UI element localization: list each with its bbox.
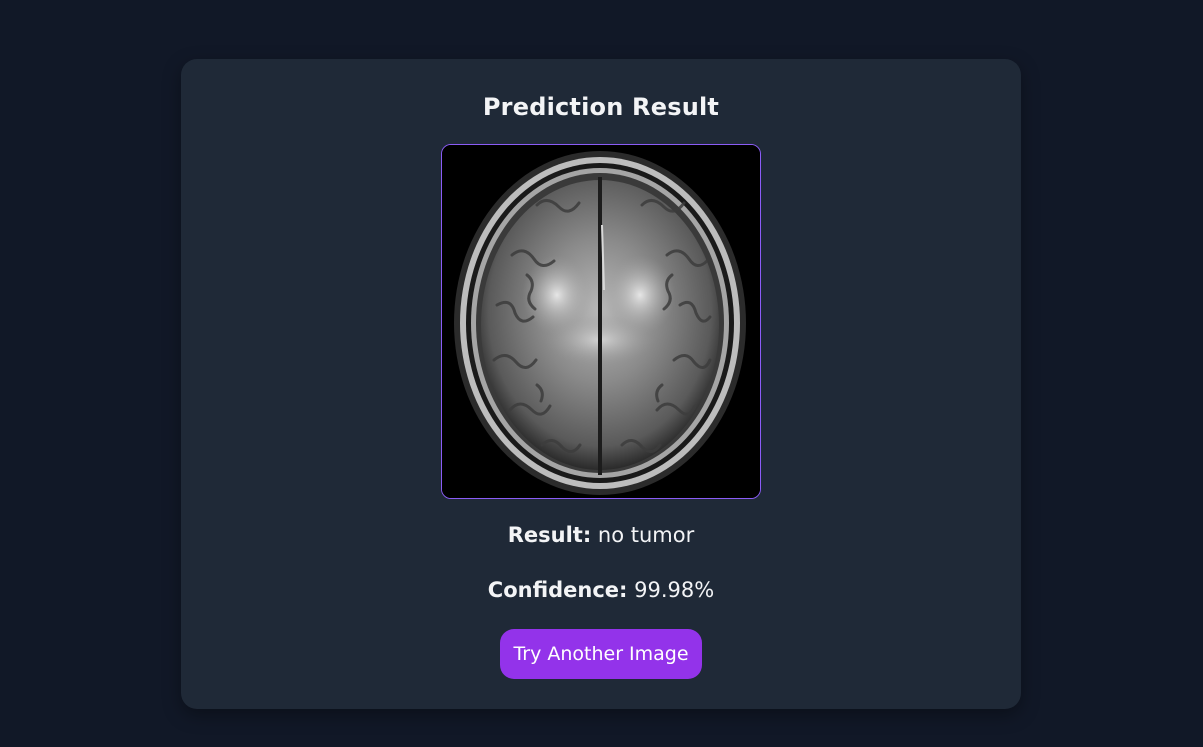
- result-value: no tumor: [597, 523, 695, 547]
- confidence-line: Confidence: 99.98%: [181, 578, 1021, 602]
- result-line: Result: no tumor: [181, 523, 1021, 547]
- confidence-value: 99.98%: [634, 578, 715, 602]
- prediction-card: Prediction Result Result: no tumor Confi…: [181, 59, 1021, 709]
- confidence-label: Confidence:: [487, 578, 628, 602]
- result-label: Result:: [507, 523, 592, 547]
- mri-image: [441, 144, 761, 499]
- page-title: Prediction Result: [482, 93, 720, 121]
- try-another-image-button[interactable]: Try Another Image: [500, 629, 702, 679]
